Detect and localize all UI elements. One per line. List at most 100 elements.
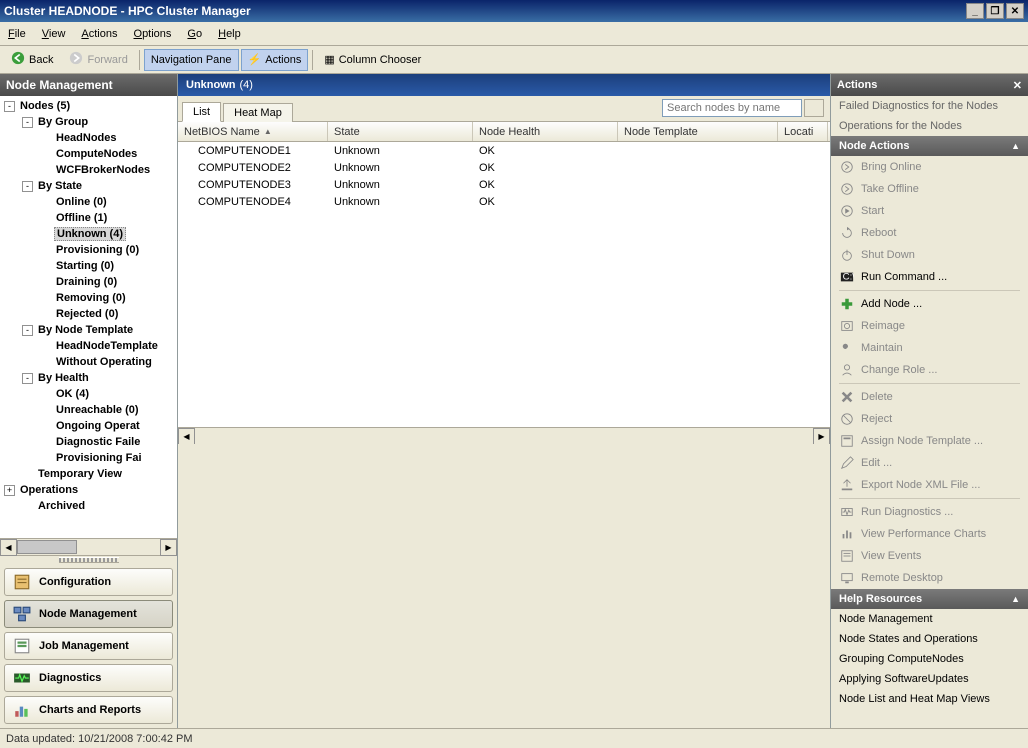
- column-chooser-button[interactable]: ▦ Column Chooser: [317, 49, 428, 71]
- tree-node[interactable]: Without Operating: [0, 354, 177, 370]
- scroll-right-button[interactable]: ▶: [160, 539, 177, 556]
- tree-node[interactable]: -By State: [0, 178, 177, 194]
- table-row[interactable]: COMPUTENODE4UnknownOK: [178, 193, 830, 210]
- scroll-track[interactable]: [195, 428, 813, 444]
- tree-node[interactable]: Rejected (0): [0, 306, 177, 322]
- tree-node[interactable]: WCFBrokerNodes: [0, 162, 177, 178]
- col-location[interactable]: Locati: [778, 122, 828, 141]
- tree-node[interactable]: Removing (0): [0, 290, 177, 306]
- tab-heatmap[interactable]: Heat Map: [223, 103, 293, 122]
- tab-list[interactable]: List: [182, 102, 221, 122]
- tree-node[interactable]: -By Health: [0, 370, 177, 386]
- tree-node[interactable]: Provisioning (0): [0, 242, 177, 258]
- minimize-button[interactable]: _: [966, 3, 984, 19]
- expander-icon[interactable]: -: [4, 101, 15, 112]
- role-icon: [839, 362, 855, 378]
- menu-help[interactable]: Help: [218, 28, 241, 40]
- close-button[interactable]: ✕: [1006, 3, 1024, 19]
- splitter[interactable]: [0, 555, 177, 564]
- tree-node[interactable]: Draining (0): [0, 274, 177, 290]
- menu-actions[interactable]: Actions: [81, 28, 117, 40]
- menu-options[interactable]: Options: [134, 28, 172, 40]
- scroll-left-button[interactable]: ◀: [0, 539, 17, 556]
- help-link[interactable]: Node List and Heat Map Views: [831, 689, 1028, 709]
- maximize-button[interactable]: ❐: [986, 3, 1004, 19]
- back-button[interactable]: Back: [4, 49, 60, 71]
- nav-jobs[interactable]: Job Management: [4, 632, 173, 660]
- col-template[interactable]: Node Template: [618, 122, 778, 141]
- search-input[interactable]: [662, 99, 802, 117]
- grid-hscroll[interactable]: ◀ ▶: [178, 427, 830, 444]
- cell-health: OK: [473, 162, 618, 174]
- table-row[interactable]: COMPUTENODE2UnknownOK: [178, 159, 830, 176]
- actions-toolbar-button[interactable]: ⚡ Actions: [241, 49, 309, 71]
- expander-icon[interactable]: -: [22, 181, 33, 192]
- help-resources-section[interactable]: Help Resources ▲: [831, 589, 1028, 609]
- tree-label: By State: [36, 180, 84, 192]
- tree-node[interactable]: Diagnostic Faile: [0, 434, 177, 450]
- tree-node[interactable]: Archived: [0, 498, 177, 514]
- nav-label: Configuration: [39, 576, 111, 588]
- col-state[interactable]: State: [328, 122, 473, 141]
- tree-node[interactable]: Offline (1): [0, 210, 177, 226]
- menu-go[interactable]: Go: [187, 28, 202, 40]
- help-link[interactable]: Node States and Operations: [831, 629, 1028, 649]
- tree-node[interactable]: HeadNodeTemplate: [0, 338, 177, 354]
- content-count: (4): [240, 79, 253, 91]
- expander-icon[interactable]: -: [22, 325, 33, 336]
- table-row[interactable]: COMPUTENODE3UnknownOK: [178, 176, 830, 193]
- tree-node[interactable]: Unreachable (0): [0, 402, 177, 418]
- tree-node[interactable]: OK (4): [0, 386, 177, 402]
- nav-charts[interactable]: Charts and Reports: [4, 696, 173, 724]
- expander-icon[interactable]: -: [22, 373, 33, 384]
- help-link[interactable]: Node Management: [831, 609, 1028, 629]
- tree-node[interactable]: HeadNodes: [0, 130, 177, 146]
- tree-label: By Group: [36, 116, 90, 128]
- help-link[interactable]: Grouping ComputeNodes: [831, 649, 1028, 669]
- menu-file[interactable]: File: [8, 28, 26, 40]
- action-link[interactable]: Operations for the Nodes: [831, 116, 1028, 136]
- help-link[interactable]: Applying SoftwareUpdates: [831, 669, 1028, 689]
- menu-view[interactable]: View: [42, 28, 66, 40]
- tree-hscroll[interactable]: ◀ ▶: [0, 538, 177, 555]
- tree-node[interactable]: -By Group: [0, 114, 177, 130]
- table-row[interactable]: COMPUTENODE1UnknownOK: [178, 142, 830, 159]
- nav-tree[interactable]: -Nodes (5)-By GroupHeadNodesComputeNodes…: [0, 96, 177, 538]
- tree-node[interactable]: Temporary View: [0, 466, 177, 482]
- col-netbios[interactable]: NetBIOS Name▲: [178, 122, 328, 141]
- forward-button[interactable]: Forward: [62, 49, 134, 71]
- tree-node[interactable]: Starting (0): [0, 258, 177, 274]
- cell-health: OK: [473, 196, 618, 208]
- action-run-command[interactable]: C:\Run Command ...: [831, 266, 1028, 288]
- expander-icon[interactable]: -: [22, 117, 33, 128]
- tree-node[interactable]: Ongoing Operat: [0, 418, 177, 434]
- scroll-thumb[interactable]: [17, 540, 77, 554]
- scroll-right-button[interactable]: ▶: [813, 428, 830, 445]
- scroll-left-button[interactable]: ◀: [178, 428, 195, 445]
- expander-icon[interactable]: +: [4, 485, 15, 496]
- nav-config[interactable]: Configuration: [4, 568, 173, 596]
- node-actions-section[interactable]: Node Actions ▲: [831, 136, 1028, 156]
- tree-node[interactable]: Online (0): [0, 194, 177, 210]
- nav-diag[interactable]: Diagnostics: [4, 664, 173, 692]
- close-icon[interactable]: ✕: [1013, 79, 1022, 92]
- search-button[interactable]: [804, 99, 824, 117]
- action-label: Remote Desktop: [861, 572, 943, 584]
- tree-node[interactable]: -By Node Template: [0, 322, 177, 338]
- nav-nodes[interactable]: Node Management: [4, 600, 173, 628]
- grid-body[interactable]: COMPUTENODE1UnknownOKCOMPUTENODE2Unknown…: [178, 142, 830, 427]
- reimage-icon: [839, 318, 855, 334]
- tree-node[interactable]: Provisioning Fai: [0, 450, 177, 466]
- action-add-node[interactable]: Add Node ...: [831, 293, 1028, 315]
- tree-label: Draining (0): [54, 276, 119, 288]
- navigation-pane-button[interactable]: Navigation Pane: [144, 49, 239, 71]
- toolbar-separator: [312, 50, 313, 70]
- tree-node[interactable]: +Operations: [0, 482, 177, 498]
- tree-node[interactable]: -Nodes (5): [0, 98, 177, 114]
- tree-node[interactable]: Unknown (4): [0, 226, 177, 242]
- col-health[interactable]: Node Health: [473, 122, 618, 141]
- titlebar: Cluster HEADNODE - HPC Cluster Manager _…: [0, 0, 1028, 22]
- tree-label: By Node Template: [36, 324, 135, 336]
- tree-node[interactable]: ComputeNodes: [0, 146, 177, 162]
- action-link[interactable]: Failed Diagnostics for the Nodes: [831, 96, 1028, 116]
